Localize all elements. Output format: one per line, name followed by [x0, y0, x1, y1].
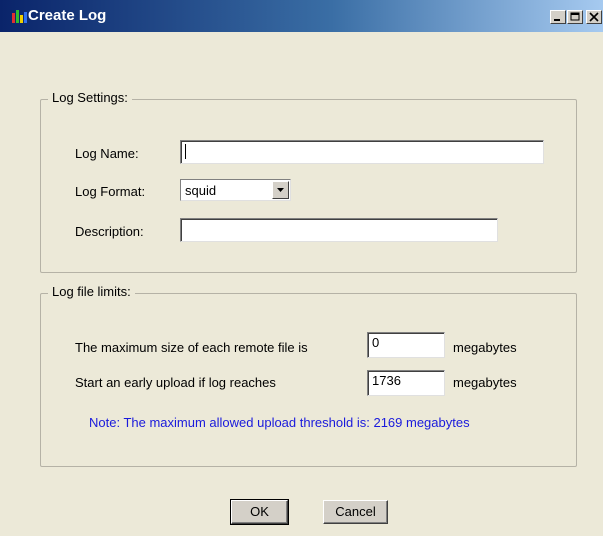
early-upload-input[interactable]: 1736: [367, 370, 445, 396]
maximize-icon: [570, 12, 580, 21]
log-file-limits-title: Log file limits:: [48, 284, 135, 299]
close-button[interactable]: [586, 10, 602, 24]
max-size-value: 0: [372, 335, 380, 350]
minimize-icon: [554, 19, 560, 21]
max-size-input[interactable]: 0: [367, 332, 445, 358]
dialog-body: Log Settings: Log Name: Log Format: squi…: [8, 32, 603, 536]
log-format-value: squid: [185, 183, 217, 198]
description-input[interactable]: [180, 218, 498, 242]
create-log-dialog: Create Log Log Settings: Log Name: Log F…: [0, 0, 603, 536]
log-format-select[interactable]: squid: [180, 179, 291, 201]
early-upload-unit: megabytes: [453, 375, 517, 390]
early-upload-value: 1736: [372, 373, 401, 388]
description-label: Description:: [75, 224, 144, 239]
text-caret: [185, 144, 186, 159]
threshold-note: Note: The maximum allowed upload thresho…: [89, 415, 470, 430]
early-upload-label: Start an early upload if log reaches: [75, 375, 276, 390]
minimize-button[interactable]: [550, 10, 566, 24]
chevron-down-icon: [277, 188, 284, 192]
log-name-input[interactable]: [180, 140, 544, 164]
dropdown-button[interactable]: [272, 181, 289, 199]
log-format-label: Log Format:: [75, 184, 146, 199]
maximize-button[interactable]: [567, 10, 583, 24]
cancel-button[interactable]: Cancel: [323, 500, 388, 524]
max-size-unit: megabytes: [453, 340, 517, 355]
close-icon: [589, 12, 599, 22]
window-title: Create Log: [28, 7, 107, 24]
title-bar[interactable]: Create Log: [0, 0, 603, 32]
log-settings-title: Log Settings:: [48, 90, 132, 105]
app-icon: [12, 9, 28, 23]
log-name-label: Log Name:: [75, 146, 139, 161]
max-size-label: The maximum size of each remote file is: [75, 340, 308, 355]
ok-button[interactable]: OK: [230, 499, 289, 525]
